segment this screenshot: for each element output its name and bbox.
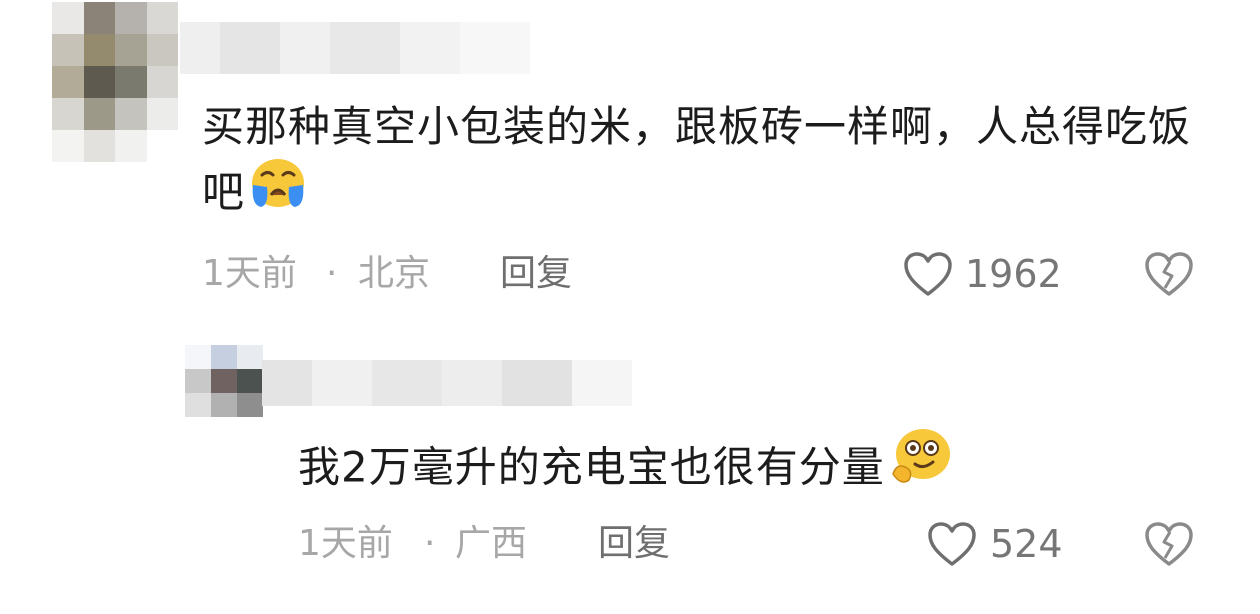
heart-outline-icon[interactable] bbox=[926, 520, 978, 579]
reply-text: 我2万毫升的充电宝也很有分量 bbox=[298, 429, 1058, 510]
broken-heart-icon[interactable] bbox=[1143, 250, 1195, 309]
username-blurred[interactable] bbox=[180, 22, 530, 74]
meta-separator: · bbox=[326, 253, 338, 294]
thinking-dizzy-face-emoji bbox=[887, 426, 953, 506]
broken-heart-icon[interactable] bbox=[1143, 520, 1195, 579]
timestamp: 1天前 bbox=[298, 523, 393, 564]
heart-outline-icon[interactable] bbox=[902, 250, 954, 309]
like-count: 524 bbox=[990, 522, 1063, 566]
comment-text: 买那种真空小包装的米，跟板砖一样啊，人总得吃饭吧 bbox=[202, 95, 1212, 231]
username-blurred[interactable] bbox=[262, 360, 632, 406]
crying-face-emoji bbox=[247, 155, 309, 227]
avatar[interactable] bbox=[52, 2, 178, 162]
comment-text-content: 买那种真空小包装的米，跟板砖一样啊，人总得吃饭吧 bbox=[202, 102, 1192, 217]
timestamp: 1天前 bbox=[202, 253, 297, 294]
meta-separator: · bbox=[424, 523, 436, 564]
like-count: 1962 bbox=[965, 252, 1062, 296]
reply-button[interactable]: 回复 bbox=[598, 522, 670, 566]
avatar[interactable] bbox=[185, 345, 263, 417]
location-label: 广西 bbox=[455, 523, 528, 564]
location-label: 北京 bbox=[358, 253, 431, 294]
reply-text-content: 我2万毫升的充电宝也很有分量 bbox=[298, 442, 885, 492]
reply-button[interactable]: 回复 bbox=[500, 252, 572, 296]
